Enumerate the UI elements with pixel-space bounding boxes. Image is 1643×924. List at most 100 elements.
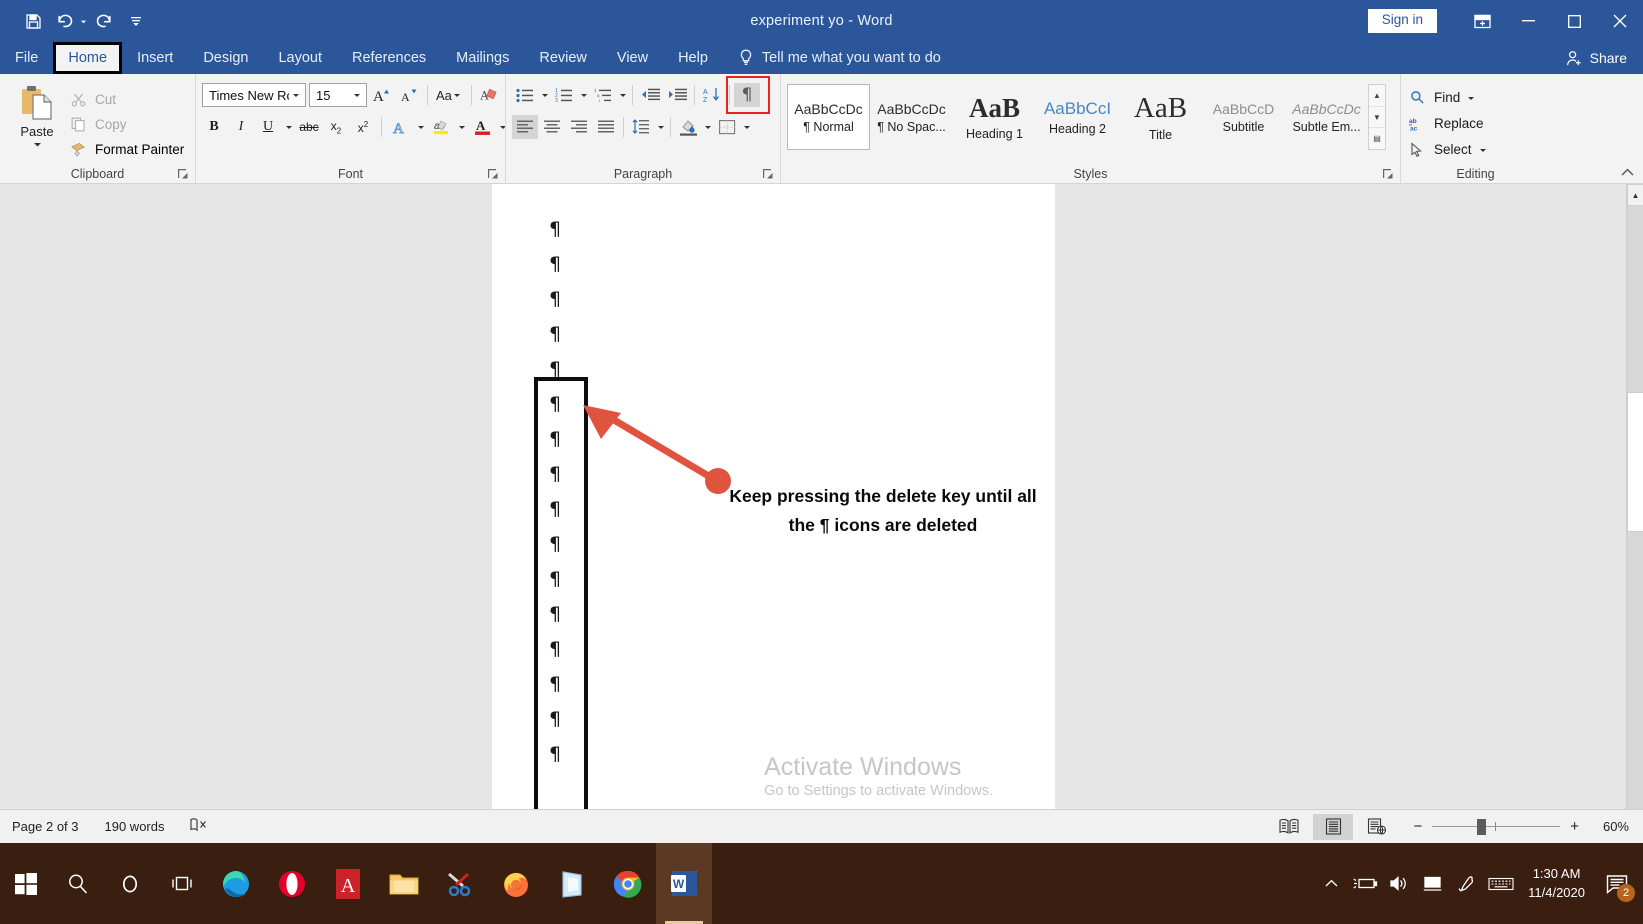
- align-left-button[interactable]: [512, 115, 538, 139]
- font-size-dropdown-icon[interactable]: [350, 91, 364, 99]
- italic-button[interactable]: I: [229, 115, 253, 139]
- shading-button[interactable]: [675, 115, 701, 139]
- clear-formatting-button[interactable]: A: [478, 83, 502, 107]
- underline-button[interactable]: U: [256, 115, 280, 139]
- zoom-level[interactable]: 60%: [1589, 819, 1629, 834]
- tell-me-search[interactable]: Tell me what you want to do: [739, 42, 941, 74]
- share-button[interactable]: Share: [1566, 42, 1627, 74]
- align-center-button[interactable]: [539, 115, 565, 139]
- store-icon[interactable]: [544, 843, 600, 924]
- style-normal[interactable]: AaBbCcDc ¶ Normal: [787, 84, 870, 150]
- proofing-status-icon[interactable]: [190, 817, 208, 836]
- opera-icon[interactable]: [264, 843, 320, 924]
- shading-dropdown-icon[interactable]: [702, 115, 713, 139]
- tab-file[interactable]: File: [0, 42, 53, 74]
- font-dialog-launcher-icon[interactable]: [487, 168, 499, 180]
- zoom-in-button[interactable]: +: [1570, 818, 1579, 835]
- shrink-font-button[interactable]: A: [397, 83, 421, 107]
- undo-dropdown-icon[interactable]: [80, 18, 87, 25]
- font-name-combo[interactable]: Times New Ro: [202, 83, 306, 107]
- word-icon[interactable]: W: [656, 843, 712, 924]
- select-button[interactable]: Select: [1407, 138, 1487, 161]
- tab-review[interactable]: Review: [524, 42, 602, 74]
- save-icon[interactable]: [18, 7, 48, 35]
- font-name-dropdown-icon[interactable]: [289, 91, 303, 99]
- bullets-button[interactable]: [512, 83, 538, 107]
- subscript-button[interactable]: x2: [324, 115, 348, 139]
- cortana-icon[interactable]: [104, 843, 156, 924]
- web-layout-button[interactable]: [1357, 814, 1397, 840]
- tab-help[interactable]: Help: [663, 42, 723, 74]
- pen-icon[interactable]: [1450, 843, 1484, 924]
- replace-button[interactable]: ab ac Replace: [1407, 112, 1487, 135]
- print-layout-button[interactable]: [1313, 813, 1354, 840]
- font-size-combo[interactable]: 15: [309, 83, 367, 107]
- copy-button[interactable]: Copy: [68, 113, 184, 135]
- clipboard-dialog-launcher-icon[interactable]: [177, 168, 189, 180]
- zoom-out-button[interactable]: −: [1413, 818, 1422, 835]
- text-highlight-dropdown-icon[interactable]: [456, 115, 467, 139]
- cut-button[interactable]: Cut: [68, 88, 184, 110]
- bullets-dropdown-icon[interactable]: [539, 83, 550, 107]
- numbering-dropdown-icon[interactable]: [578, 83, 589, 107]
- scroll-up-button[interactable]: ▲: [1627, 184, 1643, 206]
- paragraph-dialog-launcher-icon[interactable]: [762, 168, 774, 180]
- text-effects-dropdown-icon[interactable]: [415, 115, 426, 139]
- styles-dialog-launcher-icon[interactable]: [1382, 168, 1394, 180]
- style-subtle-emphasis[interactable]: AaBbCcDc Subtle Em...: [1285, 84, 1368, 150]
- font-color-button[interactable]: A: [470, 115, 494, 139]
- grow-font-button[interactable]: A: [370, 83, 394, 107]
- numbering-button[interactable]: 1 2 3: [551, 83, 577, 107]
- tab-home[interactable]: Home: [53, 42, 123, 74]
- word-count[interactable]: 190 words: [105, 819, 165, 834]
- paste-dropdown-icon[interactable]: [33, 140, 42, 149]
- edge-icon[interactable]: [208, 843, 264, 924]
- select-dropdown-icon[interactable]: [1479, 146, 1487, 154]
- notification-center-button[interactable]: 2: [1595, 843, 1639, 924]
- search-icon[interactable]: [52, 843, 104, 924]
- justify-button[interactable]: [593, 115, 619, 139]
- tab-view[interactable]: View: [602, 42, 663, 74]
- keyboard-icon[interactable]: [1484, 843, 1518, 924]
- find-dropdown-icon[interactable]: [1467, 94, 1475, 102]
- style-subtitle[interactable]: AaBbCcD Subtitle: [1202, 84, 1285, 150]
- tab-mailings[interactable]: Mailings: [441, 42, 524, 74]
- strikethrough-button[interactable]: abc: [297, 115, 321, 139]
- styles-more-icon[interactable]: ▤: [1369, 128, 1385, 149]
- paste-button[interactable]: Paste: [6, 82, 68, 149]
- task-view-icon[interactable]: [156, 843, 208, 924]
- line-spacing-button[interactable]: [628, 115, 654, 139]
- taskbar-clock[interactable]: 1:30 AM 11/4/2020: [1518, 865, 1595, 903]
- style-heading-2[interactable]: AaBbCcI Heading 2: [1036, 84, 1119, 150]
- zoom-slider[interactable]: [1432, 818, 1561, 836]
- decrease-indent-button[interactable]: [637, 83, 663, 107]
- change-case-dropdown-icon[interactable]: [452, 83, 463, 107]
- redo-icon[interactable]: [89, 7, 119, 35]
- styles-scroll-down-icon[interactable]: ▼: [1369, 107, 1385, 129]
- superscript-button[interactable]: x2: [351, 115, 375, 139]
- underline-dropdown-icon[interactable]: [283, 115, 294, 139]
- bold-button[interactable]: B: [202, 115, 226, 139]
- document-canvas[interactable]: ¶ ¶ ¶ ¶ ¶ ¶ ¶ ¶ ¶ ¶ ¶ ¶ ¶ ¶ ¶ ¶ Activate…: [0, 184, 1643, 809]
- borders-dropdown-icon[interactable]: [741, 115, 752, 139]
- tab-references[interactable]: References: [337, 42, 441, 74]
- firefox-icon[interactable]: [488, 843, 544, 924]
- text-effects-button[interactable]: A: [388, 115, 412, 139]
- battery-icon[interactable]: [1348, 843, 1382, 924]
- line-spacing-dropdown-icon[interactable]: [655, 115, 666, 139]
- tab-design[interactable]: Design: [188, 42, 263, 74]
- customize-qat-icon[interactable]: [121, 7, 151, 35]
- text-highlight-button[interactable]: ab: [429, 115, 453, 139]
- chrome-icon[interactable]: [600, 843, 656, 924]
- align-right-button[interactable]: [566, 115, 592, 139]
- network-icon[interactable]: [1416, 843, 1450, 924]
- sort-button[interactable]: AZ: [699, 83, 725, 107]
- ribbon-display-options-icon[interactable]: [1459, 5, 1505, 37]
- collapse-ribbon-button[interactable]: [1617, 163, 1637, 181]
- styles-gallery-scroll[interactable]: ▲ ▼ ▤: [1368, 84, 1386, 150]
- file-explorer-icon[interactable]: [376, 843, 432, 924]
- change-case-button[interactable]: Aa: [434, 83, 465, 107]
- minimize-button[interactable]: [1505, 0, 1551, 42]
- read-mode-button[interactable]: [1269, 814, 1309, 840]
- style-heading-1[interactable]: AaB Heading 1: [953, 84, 1036, 150]
